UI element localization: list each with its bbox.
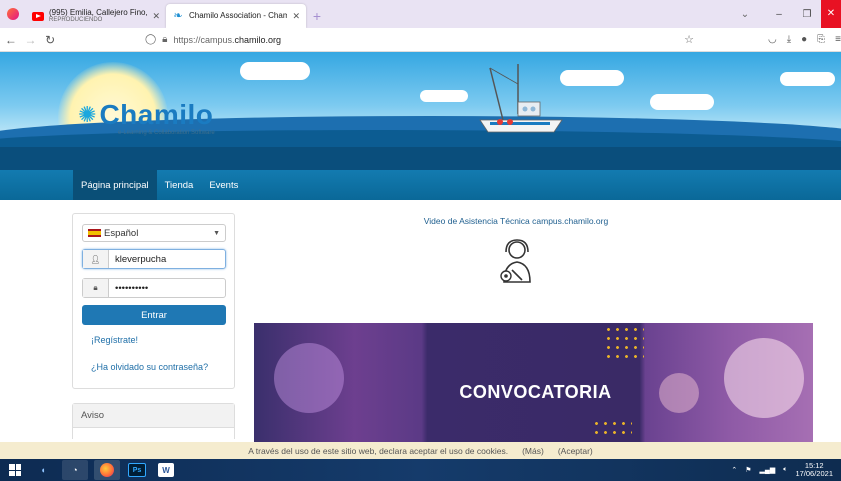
username-value[interactable]: kleverpucha bbox=[109, 250, 225, 268]
menu-item-events[interactable]: Events bbox=[201, 170, 246, 200]
menu-item-store[interactable]: Tienda bbox=[157, 170, 202, 200]
download-icon[interactable]: ⤓ bbox=[787, 34, 791, 45]
login-panel: Español ▼ 👤︎ kleverpucha 🔒︎ •••••••••• E… bbox=[72, 213, 235, 389]
cortana-icon[interactable]: ◖ bbox=[30, 460, 56, 480]
shield-icon[interactable]: ◯ bbox=[145, 34, 156, 45]
youtube-icon bbox=[32, 11, 44, 21]
spain-flag-icon bbox=[88, 229, 101, 237]
dot-pattern-graphic bbox=[592, 419, 632, 439]
cloud-graphic bbox=[650, 94, 714, 110]
logo-text: Chamilo bbox=[99, 99, 214, 130]
chamilo-logo-icon: ✺ bbox=[78, 102, 97, 127]
page-content: Español ▼ 👤︎ kleverpucha 🔒︎ •••••••••• E… bbox=[0, 200, 841, 442]
cookie-accept-link[interactable]: (Aceptar) bbox=[558, 446, 593, 456]
convocatoria-heading: CONVOCATORIA bbox=[459, 382, 612, 402]
cloud-graphic bbox=[420, 90, 468, 102]
volume-icon[interactable]: 🔈︎ bbox=[783, 466, 787, 474]
chamilo-favicon-icon: ❧ bbox=[173, 10, 183, 22]
user-icon: 👤︎ bbox=[83, 250, 109, 268]
cloud-graphic bbox=[240, 62, 310, 80]
windows-taskbar: ◖ ◔ Ps W ⌃ ⚑ ▂▄▆ 🔈︎ 15:12 17/06/2021 bbox=[0, 459, 841, 481]
bokeh-graphic bbox=[659, 373, 699, 413]
lock-icon: 🔒︎ bbox=[83, 279, 109, 297]
reload-button[interactable]: ↻ bbox=[41, 33, 59, 47]
pocket-icon[interactable]: ◡ bbox=[768, 34, 777, 45]
flag-icon[interactable]: ⚑ bbox=[745, 466, 751, 474]
maximize-button[interactable]: ❐ bbox=[793, 9, 821, 20]
clock[interactable]: 15:12 17/06/2021 bbox=[795, 461, 833, 479]
back-button[interactable]: ← bbox=[2, 33, 20, 47]
forward-button[interactable]: → bbox=[22, 33, 40, 47]
clock-date: 17/06/2021 bbox=[795, 469, 833, 478]
close-tab-icon[interactable]: ✕ bbox=[292, 11, 300, 22]
menu-item-home[interactable]: Página principal bbox=[73, 170, 157, 200]
forgot-password-link[interactable]: ¿Ha olvidado su contraseña? bbox=[91, 362, 208, 372]
site-logo[interactable]: ✺ Chamilo e-Learning & Collaboration Sof… bbox=[78, 99, 215, 136]
tab-subtitle: REPRODUCIENDO bbox=[49, 17, 103, 24]
close-window-button[interactable]: ✕ bbox=[821, 0, 841, 28]
tab-youtube[interactable]: (995) Emilia, Callejero Fino, Big REPROD… bbox=[26, 4, 166, 28]
site-menu: Página principal Tienda Events bbox=[0, 170, 841, 200]
bookmark-star-icon[interactable]: ☆ bbox=[684, 33, 694, 46]
login-button[interactable]: Entrar bbox=[82, 305, 226, 325]
support-video-link[interactable]: Video de Asistencia Técnica campus.chami… bbox=[254, 216, 778, 226]
address-bar[interactable]: ◯ 🔒︎ https://campus.chamilo.org ☆ bbox=[145, 31, 704, 49]
new-tab-button[interactable]: + bbox=[306, 4, 328, 28]
extensions-icon[interactable]: ⎘ bbox=[817, 34, 825, 45]
photoshop-taskbar-icon[interactable]: Ps bbox=[128, 463, 146, 477]
password-value[interactable]: •••••••••• bbox=[109, 279, 225, 297]
url-text: https://campus.chamilo.org bbox=[173, 34, 282, 45]
aviso-title: Aviso bbox=[73, 404, 234, 428]
tray-chevron-icon[interactable]: ⌃ bbox=[731, 466, 737, 474]
register-link[interactable]: ¡Regístrate! bbox=[91, 335, 138, 345]
firefox-taskbar-icon[interactable] bbox=[94, 460, 120, 480]
tech-support-icon[interactable] bbox=[492, 238, 542, 286]
bokeh-graphic bbox=[274, 343, 344, 413]
tab-chamilo[interactable]: ❧ Chamilo Association - Chamilo ✕ bbox=[166, 4, 306, 28]
cookie-text: A través del uso de este sitio web, decl… bbox=[248, 445, 509, 456]
language-value: Español bbox=[104, 227, 139, 239]
username-field[interactable]: 👤︎ kleverpucha bbox=[82, 249, 226, 269]
cloud-graphic bbox=[780, 72, 835, 86]
system-tray: ⌃ ⚑ ▂▄▆ 🔈︎ 15:12 17/06/2021 bbox=[731, 461, 841, 479]
taskbar-app-icon[interactable]: ◔ bbox=[62, 460, 88, 480]
word-taskbar-icon[interactable]: W bbox=[158, 463, 174, 477]
cookie-consent-bar: A través del uso de este sitio web, decl… bbox=[0, 442, 841, 459]
account-icon[interactable]: ● bbox=[801, 34, 807, 45]
logo-tagline: e-Learning & Collaboration Software bbox=[118, 130, 215, 136]
start-button[interactable] bbox=[0, 464, 30, 476]
minimize-button[interactable]: – bbox=[765, 9, 793, 20]
language-select[interactable]: Español ▼ bbox=[82, 224, 226, 242]
lock-icon[interactable]: 🔒︎ bbox=[162, 34, 167, 45]
dot-pattern-graphic bbox=[604, 325, 644, 361]
convocatoria-banner[interactable]: CONVOCATORIA bbox=[254, 323, 813, 442]
cookie-more-link[interactable]: (Más) bbox=[522, 446, 544, 456]
close-tab-icon[interactable]: ✕ bbox=[152, 11, 160, 22]
aviso-panel: Aviso bbox=[72, 403, 235, 439]
menu-icon[interactable]: ≡ bbox=[835, 34, 841, 45]
windows-logo-icon bbox=[9, 464, 21, 476]
network-icon[interactable]: ▂▄▆ bbox=[760, 466, 776, 474]
bokeh-graphic bbox=[724, 338, 804, 418]
tab-title: (995) Emilia, Callejero Fino, Big REPROD… bbox=[49, 8, 148, 24]
wave-graphic bbox=[0, 147, 841, 170]
fishing-boat-illustration bbox=[479, 64, 563, 133]
firefox-menu-icon[interactable] bbox=[0, 0, 26, 28]
tab-title: Chamilo Association - Chamilo bbox=[189, 11, 288, 20]
password-field[interactable]: 🔒︎ •••••••••• bbox=[82, 278, 226, 298]
browser-nav-bar: ← → ↻ ◯ 🔒︎ https://campus.chamilo.org ☆ … bbox=[0, 28, 841, 52]
tab-list-chevron-icon[interactable]: ⌄ bbox=[725, 9, 765, 20]
chevron-down-icon: ▼ bbox=[213, 229, 220, 237]
site-banner: ✺ Chamilo e-Learning & Collaboration Sof… bbox=[0, 52, 841, 170]
browser-tab-bar: (995) Emilia, Callejero Fino, Big REPROD… bbox=[0, 0, 841, 28]
